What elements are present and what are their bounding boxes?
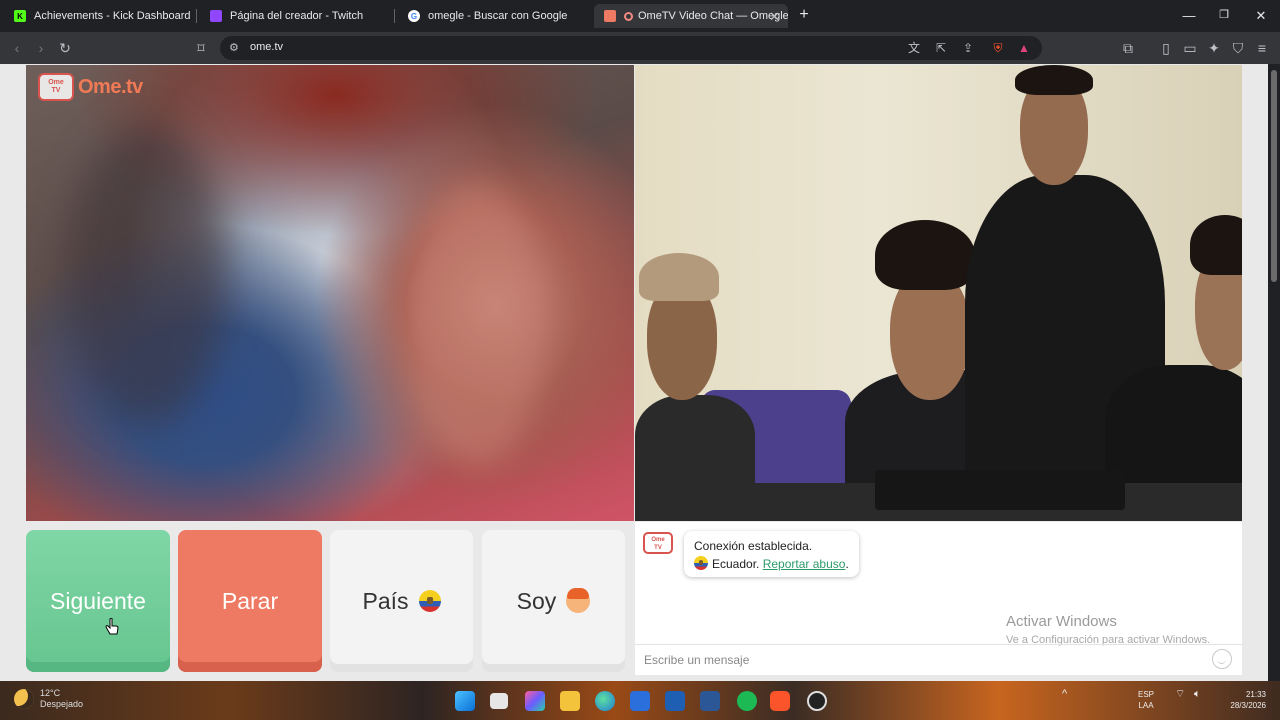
report-abuse-link[interactable]: Reportar abuso: [763, 557, 846, 571]
tab-title: OmeTV Video Chat — Omegle: [638, 10, 788, 22]
monitor: [875, 470, 1125, 510]
brave-icon[interactable]: [770, 691, 790, 711]
tab-strip: K Achievements - Kick Dashboard Página d…: [0, 0, 1280, 32]
file-explorer-icon[interactable]: [560, 691, 580, 711]
leo-ai-icon[interactable]: ✦: [1206, 40, 1222, 56]
reload-icon[interactable]: ↻: [57, 40, 73, 56]
gender-label: Soy: [516, 587, 557, 614]
ometv-icon: [604, 10, 616, 22]
scrollbar-thumb[interactable]: [1271, 70, 1277, 282]
message-input[interactable]: [644, 653, 1204, 667]
boy-face-icon: [566, 588, 591, 613]
logo-text: Ome.tv: [78, 75, 143, 98]
local-video: Ome TV Ome.tv: [26, 65, 634, 521]
gender-button[interactable]: Soy: [482, 530, 625, 672]
windows-start-icon[interactable]: [455, 691, 475, 711]
stop-label: Parar: [221, 587, 279, 614]
bookmark-icon[interactable]: ⌑: [193, 40, 209, 56]
browser-toolbar: ‹ › ↻ ⌑ ⚙ ome.tv 文 ⇱ ⇪ ⛨ ▲ ⧉ ▯ ▭ ✦ ⛉ ≡: [0, 32, 1280, 64]
volume-icon[interactable]: 🔈︎: [1194, 689, 1201, 700]
sidebar-icon[interactable]: ▯: [1158, 40, 1174, 56]
close-window-icon[interactable]: ✕: [1253, 8, 1269, 24]
tab-twitch[interactable]: Página del creador - Twitch: [200, 4, 392, 28]
emoji-icon[interactable]: [1212, 649, 1232, 669]
country-name: Ecuador.: [712, 557, 760, 571]
open-external-icon[interactable]: ⇱: [933, 40, 949, 56]
site-settings-icon[interactable]: ⚙: [229, 41, 239, 54]
obs-icon[interactable]: [807, 691, 827, 711]
ometv-logo[interactable]: Ome TV Ome.tv: [38, 73, 143, 101]
chat-panel: Ome TV Conexión establecida. Ecuador. Rep…: [635, 522, 1242, 675]
ecuador-flag-icon: [694, 556, 708, 570]
connection-status: Conexión establecida.: [694, 539, 813, 553]
next-label: Siguiente: [50, 587, 146, 614]
screenshot-icon[interactable]: ⧉: [1120, 40, 1136, 56]
tab-kick[interactable]: K Achievements - Kick Dashboard: [4, 4, 192, 28]
wifi-icon[interactable]: ⌔: [1175, 689, 1185, 700]
copilot-icon[interactable]: [525, 691, 545, 711]
clock[interactable]: 21:33 28/3/2026: [1216, 689, 1266, 711]
tab-title: Página del creador - Twitch: [230, 10, 364, 22]
system-message: Conexión establecida. Ecuador. Reportar …: [684, 531, 859, 577]
weather-desc: Despejado: [40, 699, 84, 709]
brave-shield-icon[interactable]: ⛨: [990, 40, 1006, 56]
share-icon[interactable]: ⇪: [960, 40, 976, 56]
vpn-icon[interactable]: ⛉: [1230, 40, 1246, 56]
back-icon[interactable]: ‹: [9, 40, 25, 56]
maximize-icon[interactable]: ❐: [1216, 8, 1232, 21]
page-scrollbar[interactable]: [1268, 64, 1280, 681]
store-icon[interactable]: [630, 691, 650, 711]
windows-taskbar: 12°C Despejado ^ ESP LAA ⌔ 🔈︎ 21:33 28/3…: [0, 681, 1280, 720]
translate-icon[interactable]: 文: [906, 40, 922, 56]
url-text: ome.tv: [250, 41, 284, 53]
outlook-icon[interactable]: [665, 691, 685, 711]
forward-icon[interactable]: ›: [33, 40, 49, 56]
hand-cursor-icon: [105, 618, 119, 635]
language-indicator[interactable]: ESP LAA: [1138, 689, 1154, 711]
moon-icon: [14, 689, 34, 709]
ometv-page: Ome TV Ome.tv Siguiente Parar País Soy O…: [0, 64, 1268, 681]
ometv-logo-icon: Ome TV: [38, 73, 74, 101]
new-tab-button[interactable]: +: [796, 7, 812, 23]
stop-button[interactable]: Parar: [178, 530, 322, 672]
tab-google[interactable]: G omegle - Buscar con Google: [398, 4, 590, 28]
close-tab-icon[interactable]: ✕: [769, 9, 780, 25]
activate-windows-title: Activar Windows: [1006, 613, 1117, 630]
next-button[interactable]: Siguiente: [26, 530, 170, 672]
google-icon: G: [408, 10, 420, 22]
weather-widget[interactable]: 12°C Despejado: [14, 688, 83, 710]
address-bar[interactable]: ⚙ ome.tv 文 ⇱ ⇪ ⛨ ▲: [220, 36, 1042, 60]
minimize-icon[interactable]: —: [1181, 8, 1197, 23]
country-filter-button[interactable]: País: [330, 530, 473, 672]
weather-temp: 12°C: [40, 688, 61, 698]
tab-title: omegle - Buscar con Google: [428, 10, 568, 22]
country-label: País: [362, 587, 409, 614]
tab-ometv[interactable]: OmeTV Video Chat — Omegle ✕: [594, 4, 788, 28]
recording-icon: [624, 11, 633, 21]
spotify-icon[interactable]: [737, 691, 757, 711]
task-view-icon[interactable]: [490, 693, 508, 709]
tray-chevron-icon[interactable]: ^: [1062, 689, 1067, 700]
menu-icon[interactable]: ≡: [1254, 40, 1270, 56]
word-icon[interactable]: [700, 691, 720, 711]
kick-icon: K: [14, 10, 26, 22]
twitch-icon: [210, 10, 222, 22]
brave-rewards-icon[interactable]: ▲: [1016, 40, 1032, 56]
ecuador-flag-icon: [418, 590, 441, 612]
edge-icon[interactable]: [595, 691, 615, 711]
country-line: Ecuador. Reportar abuso.: [694, 555, 849, 573]
tab-title: Achievements - Kick Dashboard: [34, 10, 191, 22]
remote-video: [635, 65, 1242, 521]
wallet-icon[interactable]: ▭: [1182, 40, 1198, 56]
ometv-avatar-icon: Ome TV: [643, 532, 673, 554]
